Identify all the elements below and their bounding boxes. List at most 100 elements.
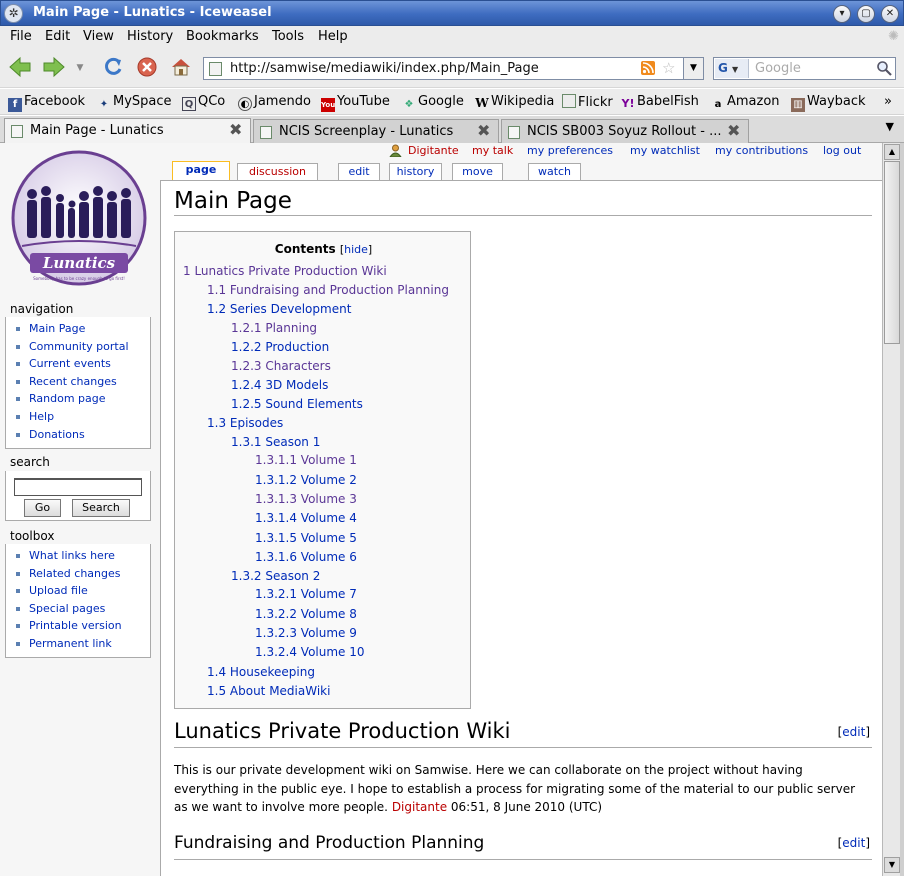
toc-item[interactable]: 1.3.2.2 Volume 8 [255,607,357,621]
toc-item[interactable]: 1.3.2.4 Volume 10 [255,645,365,659]
tool-related-changes[interactable]: Related changes [6,565,150,583]
scroll-thumb[interactable] [884,161,900,344]
section-edit-link[interactable]: edit [842,836,865,850]
signature-link[interactable]: Digitante [392,800,447,814]
web-search-box[interactable]: G ▼ Google [713,57,896,80]
bookmark-amazon[interactable]: a Amazon [711,94,780,112]
toc-item[interactable]: 1.3.1.1 Volume 1 [255,453,357,467]
nav-main-page[interactable]: Main Page [6,320,150,338]
bookmark-flickr[interactable]: Flickr [562,94,613,110]
reload-icon[interactable] [100,56,126,80]
tab-discussion[interactable]: discussion [237,163,318,181]
tab-history[interactable]: history [389,163,442,181]
bookmark-youtube[interactable]: You YouTube [321,94,390,112]
nav-recent-changes[interactable]: Recent changes [6,373,150,391]
search-placeholder[interactable]: Google [755,61,801,76]
bookmark-jamendo[interactable]: ◐ Jamendo [238,94,311,111]
wiki-search-input[interactable] [14,478,142,496]
tab-main-page[interactable]: Main Page - Lunatics ✖ [4,118,251,144]
scroll-down-icon[interactable]: ▼ [884,857,900,873]
toc-hide-link[interactable]: hide [344,243,368,256]
tab-move[interactable]: move [452,163,503,181]
toc-item[interactable]: 1.2.2 Production [231,340,329,354]
log-out-link[interactable]: log out [823,144,861,157]
bookmark-facebook[interactable]: f Facebook [8,94,85,112]
menu-tools[interactable]: Tools [272,29,304,44]
url-text[interactable]: http://samwise/mediawiki/index.php/Main_… [230,61,539,76]
toc-item[interactable]: 1 Lunatics Private Production Wiki [183,264,387,278]
tool-printable-version[interactable]: Printable version [6,617,150,635]
tab-edit[interactable]: edit [338,163,380,181]
nav-donations[interactable]: Donations [6,426,150,444]
toc-item[interactable]: 1.3.1 Season 1 [231,435,320,449]
bookmark-google[interactable]: ❖ Google [402,94,464,112]
nav-random-page[interactable]: Random page [6,390,150,408]
search-button[interactable]: Search [72,499,130,517]
system-menu-icon[interactable]: ✲ [4,4,23,23]
bookmark-qco[interactable]: Q QCo [182,94,225,111]
toc-item[interactable]: 1.3.1.2 Volume 2 [255,473,357,487]
menu-view[interactable]: View [83,29,114,44]
stop-icon[interactable] [134,56,160,80]
toc-item[interactable]: 1.3.2.1 Volume 7 [255,587,357,601]
menu-help[interactable]: Help [318,29,348,44]
my-watchlist-link[interactable]: my watchlist [630,144,700,157]
tab-close-icon[interactable]: ✖ [477,123,491,139]
tool-special-pages[interactable]: Special pages [6,600,150,618]
vertical-scrollbar[interactable]: ▲ ▼ [882,143,900,876]
my-preferences-link[interactable]: my preferences [527,144,613,157]
menu-file[interactable]: File [10,29,32,44]
tab-close-icon[interactable]: ✖ [727,123,741,139]
menu-bookmarks[interactable]: Bookmarks [186,29,259,44]
minimize-icon[interactable]: ▾ [833,5,851,23]
bookmark-star-icon[interactable]: ☆ [662,59,675,77]
user-link[interactable]: Digitante [408,144,459,157]
home-icon[interactable] [168,56,194,80]
tab-ncis-sb003[interactable]: NCIS SB003 Soyuz Rollout - ... ✖ [501,119,749,143]
history-dropdown-icon[interactable]: ▼ [72,56,88,80]
my-contributions-link[interactable]: my contributions [715,144,808,157]
toc-item[interactable]: 1.3.2.3 Volume 9 [255,626,357,640]
toc-item[interactable]: 1.3.1.5 Volume 5 [255,531,357,545]
toc-item[interactable]: 1.4 Housekeeping [207,665,315,679]
bookmark-wikipedia[interactable]: W Wikipedia [475,94,554,110]
toc-item[interactable]: 1.3.1.6 Volume 6 [255,550,357,564]
toc-item[interactable]: 1.3.2 Season 2 [231,569,320,583]
toc-item[interactable]: 1.2 Series Development [207,302,351,316]
search-engine-selector[interactable]: G ▼ [715,59,749,78]
back-icon[interactable] [7,56,33,80]
go-button[interactable]: Go [24,499,61,517]
menu-edit[interactable]: Edit [45,29,70,44]
site-logo[interactable]: Lunatics Somebody has to be crazy enough… [10,150,148,289]
tool-upload-file[interactable]: Upload file [6,582,150,600]
tab-watch[interactable]: watch [528,163,581,181]
menu-history[interactable]: History [127,29,173,44]
tab-ncis-screenplay[interactable]: NCIS Screenplay - Lunatics ✖ [253,119,499,143]
tab-page[interactable]: page [172,161,230,181]
tab-close-icon[interactable]: ✖ [229,122,243,138]
toc-item[interactable]: 1.2.1 Planning [231,321,317,335]
toc-item[interactable]: 1.1 Fundraising and Production Planning [207,283,449,297]
toc-item[interactable]: 1.3.1.3 Volume 3 [255,492,357,506]
toc-item[interactable]: 1.2.5 Sound Elements [231,397,363,411]
toc-item[interactable]: 1.3.1.4 Volume 4 [255,511,357,525]
toc-item[interactable]: 1.5 About MediaWiki [207,684,330,698]
url-dropdown-icon[interactable]: ▼ [683,57,704,80]
my-talk-link[interactable]: my talk [472,144,513,157]
section-edit-link[interactable]: edit [842,725,865,739]
bookmark-wayback[interactable]: ▥ Wayback [791,94,866,112]
tool-permanent-link[interactable]: Permanent link [6,635,150,653]
all-tabs-dropdown-icon[interactable]: ▼ [886,120,894,133]
bookmark-myspace[interactable]: ✦ MySpace [97,94,172,112]
rss-feed-icon[interactable] [641,61,655,79]
nav-current-events[interactable]: Current events [6,355,150,373]
tool-what-links-here[interactable]: What links here [6,547,150,565]
bookmark-babelfish[interactable]: Y! BabelFish [621,94,699,111]
toc-item[interactable]: 1.2.4 3D Models [231,378,328,392]
nav-community-portal[interactable]: Community portal [6,338,150,356]
forward-icon[interactable] [41,56,67,80]
toc-item[interactable]: 1.3 Episodes [207,416,283,430]
maximize-icon[interactable]: ▢ [857,5,875,23]
nav-help[interactable]: Help [6,408,150,426]
toc-item[interactable]: 1.2.3 Characters [231,359,331,373]
